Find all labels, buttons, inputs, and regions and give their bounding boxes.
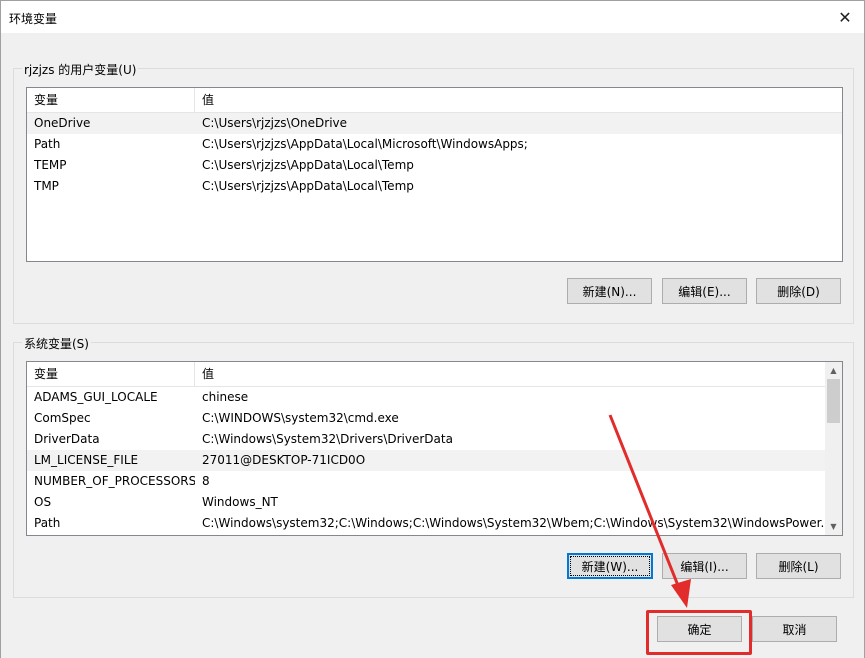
user-delete-button[interactable]: 删除(D) [756, 278, 841, 304]
var-value: 27011@DESKTOP-71ICD0O [202, 453, 366, 467]
var-name: NUMBER_OF_PROCESSORS [34, 474, 195, 488]
ok-highlight-box [646, 610, 752, 655]
system-vars-rows: ADAMS_GUI_LOCALE chinese ComSpec C:\WIND… [27, 387, 825, 534]
var-value: C:\Users\rjzjzs\AppData\Local\Temp [202, 158, 414, 172]
cancel-button[interactable]: 取消 [752, 616, 837, 642]
var-value: chinese [202, 390, 249, 404]
user-vars-list[interactable]: 变量 值 OneDrive C:\Users\rjzjzs\OneDrive P… [26, 87, 843, 262]
dialog-title: 环境变量 [9, 12, 58, 26]
column-header-name[interactable]: 变量 [27, 88, 195, 112]
var-value: C:\Users\rjzjzs\AppData\Local\Microsoft\… [202, 137, 528, 151]
var-value: C:\Users\rjzjzs\OneDrive [202, 116, 348, 130]
user-edit-button[interactable]: 编辑(E)... [662, 278, 747, 304]
user-vars-rows: OneDrive C:\Users\rjzjzs\OneDrive Path C… [27, 113, 842, 197]
var-name: Path [34, 137, 61, 151]
var-name: Path [34, 516, 61, 530]
system-var-row[interactable]: OS Windows_NT [27, 492, 825, 513]
var-value: C:\WINDOWS\system32\cmd.exe [202, 411, 399, 425]
column-header-value[interactable]: 值 [195, 88, 842, 112]
user-var-row[interactable]: TEMP C:\Users\rjzjzs\AppData\Local\Temp [27, 155, 842, 176]
user-vars-legend: rjzjzs 的用户变量(U) [22, 61, 139, 78]
close-icon: ✕ [838, 7, 852, 27]
close-button[interactable]: ✕ [832, 4, 858, 30]
system-var-row[interactable]: ComSpec C:\WINDOWS\system32\cmd.exe [27, 408, 825, 429]
user-var-row[interactable]: Path C:\Users\rjzjzs\AppData\Local\Micro… [27, 134, 842, 155]
system-var-row[interactable]: ADAMS_GUI_LOCALE chinese [27, 387, 825, 408]
system-vars-list[interactable]: 变量 值 ADAMS_GUI_LOCALE chinese ComSpec C:… [26, 361, 843, 536]
system-var-row[interactable]: DriverData C:\Windows\System32\Drivers\D… [27, 429, 825, 450]
var-name: ComSpec [34, 411, 91, 425]
var-value: C:\Users\rjzjzs\AppData\Local\Temp [202, 179, 414, 193]
var-value: 8 [202, 474, 210, 488]
user-new-button[interactable]: 新建(N)... [567, 278, 652, 304]
var-value: C:\Windows\system32;C:\Windows;C:\Window… [202, 516, 825, 530]
scrollbar-thumb[interactable] [827, 379, 840, 423]
title-bar: 环境变量 ✕ [1, 1, 864, 33]
var-name: LM_LICENSE_FILE [34, 453, 139, 467]
column-header-name[interactable]: 变量 [27, 362, 195, 386]
vertical-scrollbar[interactable]: ▲ ▼ [825, 362, 842, 535]
system-var-row[interactable]: Path C:\Windows\system32;C:\Windows;C:\W… [27, 513, 825, 534]
user-var-row[interactable]: OneDrive C:\Users\rjzjzs\OneDrive [27, 113, 842, 134]
user-var-row[interactable]: TMP C:\Users\rjzjzs\AppData\Local\Temp [27, 176, 842, 197]
user-vars-header: 变量 值 [27, 88, 842, 113]
var-name: DriverData [34, 432, 100, 446]
system-var-row[interactable]: LM_LICENSE_FILE 27011@DESKTOP-71ICD0O [27, 450, 825, 471]
var-value: Windows_NT [202, 495, 278, 509]
var-name: OneDrive [34, 116, 91, 130]
scroll-up-icon[interactable]: ▲ [825, 362, 842, 379]
var-value: C:\Windows\System32\Drivers\DriverData [202, 432, 453, 446]
system-vars-legend: 系统变量(S) [22, 335, 91, 352]
var-name: TMP [34, 179, 59, 193]
var-name: ADAMS_GUI_LOCALE [34, 390, 158, 404]
system-delete-button[interactable]: 删除(L) [756, 553, 841, 579]
env-vars-dialog: 环境变量 ✕ rjzjzs 的用户变量(U) 变量 值 OneDrive C:\… [0, 0, 865, 658]
system-edit-button[interactable]: 编辑(I)... [662, 553, 747, 579]
scroll-down-icon[interactable]: ▼ [825, 518, 842, 535]
var-name: TEMP [34, 158, 67, 172]
system-vars-header: 变量 值 [27, 362, 825, 387]
column-header-value[interactable]: 值 [195, 362, 825, 386]
system-new-button[interactable]: 新建(W)... [567, 553, 653, 579]
var-name: OS [34, 495, 52, 509]
system-var-row[interactable]: NUMBER_OF_PROCESSORS 8 [27, 471, 825, 492]
